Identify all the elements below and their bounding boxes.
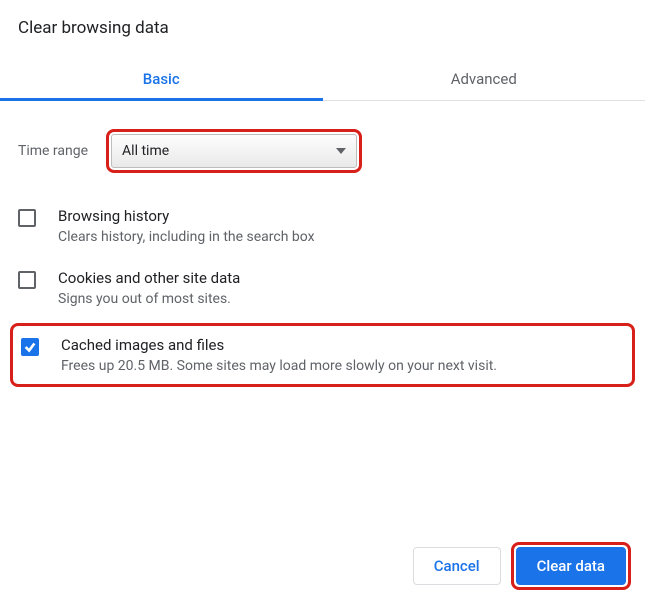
checkbox-cached[interactable] <box>21 338 39 356</box>
chevron-down-icon <box>336 148 346 154</box>
clear-data-highlight: Clear data <box>511 542 631 590</box>
time-range-select[interactable]: All time <box>111 134 357 168</box>
option-desc: Clears history, including in the search … <box>58 229 315 245</box>
dialog-title: Clear browsing data <box>18 18 627 38</box>
tab-advanced[interactable]: Advanced <box>323 56 645 100</box>
tabs: Basic Advanced <box>0 56 645 101</box>
time-range-highlight: All time <box>106 129 362 173</box>
clear-data-button[interactable]: Clear data <box>516 547 626 585</box>
time-range-label: Time range <box>18 143 88 159</box>
dialog-footer: Cancel Clear data <box>413 542 631 590</box>
checkbox-browsing-history[interactable] <box>18 209 36 227</box>
option-browsing-history: Browsing history Clears history, includi… <box>18 195 627 257</box>
cancel-button[interactable]: Cancel <box>413 547 501 585</box>
option-desc: Frees up 20.5 MB. Some sites may load mo… <box>61 358 497 374</box>
option-cookies: Cookies and other site data Signs you ou… <box>18 257 627 319</box>
option-title: Cookies and other site data <box>58 269 240 287</box>
time-range-value: All time <box>122 143 169 159</box>
option-title: Cached images and files <box>61 336 497 354</box>
tab-basic[interactable]: Basic <box>0 56 323 100</box>
options-list: Browsing history Clears history, includi… <box>18 195 627 387</box>
option-cached-highlight: Cached images and files Frees up 20.5 MB… <box>10 323 635 387</box>
option-title: Browsing history <box>58 207 315 225</box>
option-desc: Signs you out of most sites. <box>58 291 240 307</box>
checkbox-cookies[interactable] <box>18 271 36 289</box>
